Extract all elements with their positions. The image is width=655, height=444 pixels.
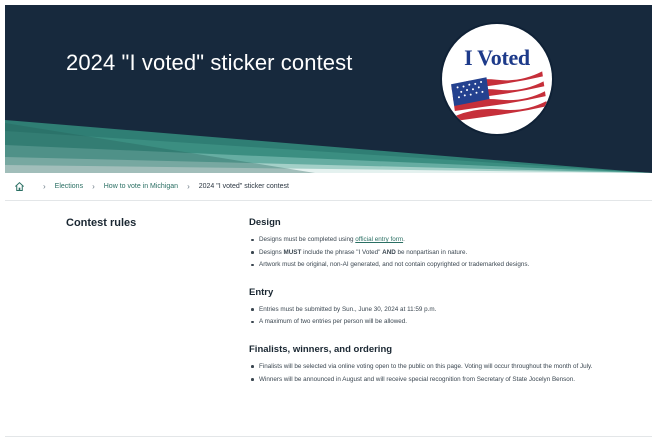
chevron-right-icon: › [187,182,190,191]
breadcrumb-link-elections[interactable]: Elections [55,183,83,190]
list-item-text: Designs [259,248,284,256]
list-item-text: . [403,236,405,243]
flag-graphic [451,71,549,126]
emphasis-text: AND [382,248,396,256]
list-item: Finalists will be selected via online vo… [249,362,599,372]
chevron-right-icon: › [43,182,46,191]
contest-rules-heading: Contest rules [66,217,137,229]
entry-list: Entries must be submitted by Sun., June … [249,305,599,327]
home-icon[interactable] [14,181,25,192]
list-item: Entries must be submitted by Sun., June … [249,305,599,315]
entry-heading: Entry [249,286,274,298]
design-heading: Design [249,217,281,228]
breadcrumb-current: 2024 "I voted" sticker contest [198,183,289,190]
finalists-list: Finalists will be selected via online vo… [249,362,599,384]
finalists-section: Finalists, winners, and ordering Finalis… [249,344,599,384]
list-item: Designs must be completed using official… [249,235,599,245]
list-item: A maximum of two entries per person will… [249,317,599,327]
entry-section: Entry Entries must be submitted by Sun.,… [249,287,599,327]
list-item-text: include the phrase "I Voted" [301,248,383,256]
chevron-right-icon: › [92,182,95,191]
page-title: 2024 "I voted" sticker contest [66,50,353,75]
breadcrumb-link-how-to-vote[interactable]: How to vote in Michigan [104,183,178,190]
list-item: Designs MUST include the phrase "I Voted… [249,248,599,258]
emphasis-text: MUST [283,248,302,256]
official-entry-form-link[interactable]: official entry form [355,236,403,243]
hero-banner: 2024 "I voted" sticker contest I Voted [5,5,652,173]
list-item: Winners will be announced in August and … [249,375,599,385]
i-voted-sticker-image: I Voted [442,24,552,134]
finalists-heading: Finalists, winners, and ordering [249,343,393,355]
design-section: Design Designs must be completed using o… [249,217,599,270]
list-item: Artwork must be original, non-AI generat… [249,260,599,270]
list-item-text: Designs must be completed using [259,236,356,243]
design-list: Designs must be completed using official… [249,235,599,270]
page-frame: 2024 "I voted" sticker contest I Voted ›… [5,5,652,442]
list-item-text: be nonpartisan in nature. [395,248,468,256]
sticker-label: I Voted [464,45,530,70]
divider [5,436,652,437]
breadcrumb: › Elections › How to vote in Michigan › … [5,173,652,201]
hero-stripes [5,120,652,173]
rules-content: Design Designs must be completed using o… [249,217,599,401]
